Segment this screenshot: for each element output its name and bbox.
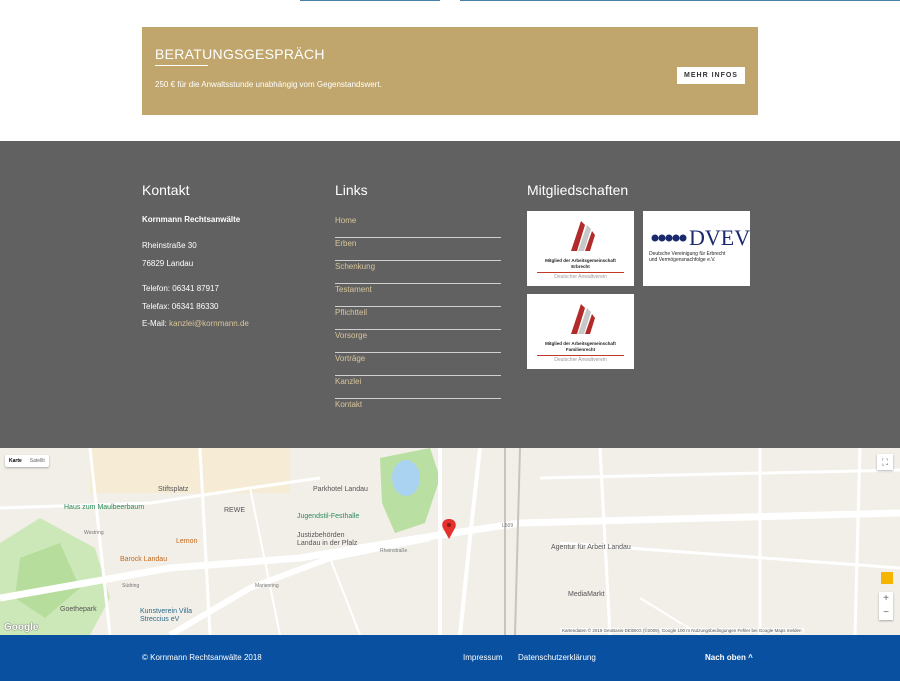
privacy-link[interactable]: Datenschutzerklärung [518,653,596,662]
email-line: E-Mail: kanzlei@kornmann.de [142,319,249,328]
google-map[interactable]: Stiftsplatz Haus zum Maulbeerbaum REWE P… [0,448,900,635]
map-type-map[interactable]: Karte [5,455,26,467]
footer-link-schenkung[interactable]: Schenkung [335,261,501,284]
map-label: L509 [502,523,514,529]
zoom-controls: + − [879,592,893,620]
dvev-dots-icon [651,234,687,242]
footer-link-erben[interactable]: Erben [335,238,501,261]
email-link[interactable]: kanzlei@kornmann.de [169,319,249,328]
map-label: Parkhotel Landau [313,486,368,493]
map-type-satellite[interactable]: Satellit [26,455,49,467]
memberships-heading: Mitgliedschaften [527,182,629,198]
map-label: Justizbehörden Landau in der Pfalz [297,532,358,547]
zoom-out-button[interactable]: − [879,606,893,620]
map-label: Goethepark [60,606,97,613]
badge-erbrecht-field: Erbrecht [571,264,590,269]
footer-link-pflichtteil[interactable]: Pflichtteil [335,307,501,330]
consultation-title: BERATUNGSGESPRÄCH [155,46,325,62]
map-label: Barock Landau [120,556,168,563]
map-label: Lemon [176,538,198,545]
map-label: Südring [122,583,140,589]
dvev-subtitle: Deutsche Vereinigung für Erbrecht und Ve… [649,251,725,263]
map-label: Rheinstraße [380,548,408,554]
badge-familienrecht-field: Familienrecht [565,347,596,352]
map-label: Kunstverein Villa Streccius eV [140,608,193,623]
dvev-line-2: und Vermögensnachfolge e.V. [649,257,716,263]
impressum-link[interactable]: Impressum [463,653,503,662]
firm-name: Kornmann Rechtsanwälte [142,215,241,224]
map-attribution[interactable]: Kartendaten © 2018 GeoBasis-DE/BKG (©200… [560,628,804,633]
consultation-banner: BERATUNGSGESPRÄCH 250 € für die Anwaltss… [142,27,758,115]
dav-logo-icon [571,221,595,251]
street-address: Rheinstraße 30 [142,241,197,250]
footer-link-vorsorge[interactable]: Vorsorge [335,330,501,353]
city-address: 76829 Landau [142,259,194,268]
phone-number: Telefon: 06341 87917 [142,284,219,293]
map-type-switch: Karte Satellit [5,455,49,467]
badge-erbrecht-org: Deutscher Anwaltverein [554,274,607,280]
email-label: E-Mail: [142,319,167,328]
footer-link-kanzlei[interactable]: Kanzlei [335,376,501,399]
footer-link-vortraege[interactable]: Vorträge [335,353,501,376]
pegman-icon[interactable] [881,572,893,584]
fax-number: Telefax: 06341 86330 [142,302,219,311]
badge-erbrecht[interactable]: Mitglied der Arbeitsgemeinschaft Erbrech… [527,211,634,286]
badge-rule [537,355,624,356]
site-footer: Kontakt Kornmann Rechtsanwälte Rheinstra… [0,141,900,448]
dav-logo-icon [571,304,595,334]
contact-heading: Kontakt [142,182,190,198]
top-divider [0,0,900,1]
map-label: Marienring [255,583,279,589]
badge-familienrecht[interactable]: Mitglied der Arbeitsgemeinschaft Familie… [527,294,634,369]
map-label: Haus zum Maulbeerbaum [64,504,145,511]
badge-familienrecht-org: Deutscher Anwaltverein [554,357,607,363]
google-logo[interactable]: Google [4,622,38,633]
consultation-text: 250 € für die Anwaltsstunde unabhängig v… [155,80,382,89]
dvev-logo-text: DVEV [689,225,751,250]
bottom-bar: © Kornmann Rechtsanwälte 2018 Impressum … [0,635,900,681]
map-label: Agentur für Arbeit Landau [551,544,631,551]
more-info-button[interactable]: MEHR INFOS [677,67,745,84]
copyright-text: © Kornmann Rechtsanwälte 2018 [142,653,262,662]
footer-link-home[interactable]: Home [335,215,501,238]
map-label: Jugendstil-Festhalle [297,513,360,520]
map-label: REWE [224,507,245,514]
footer-link-testament[interactable]: Testament [335,284,501,307]
badge-dvev[interactable]: DVEV Deutsche Vereinigung für Erbrecht u… [643,211,750,286]
title-underline [155,65,208,66]
zoom-in-button[interactable]: + [879,592,893,606]
footer-link-kontakt[interactable]: Kontakt [335,399,501,422]
fullscreen-icon[interactable]: ⛶ [877,454,893,470]
links-heading: Links [335,182,368,198]
map-label: Stiftsplatz [158,486,189,493]
badge-rule [537,272,624,273]
map-label: MediaMarkt [568,591,605,598]
back-to-top-link[interactable]: Nach oben ^ [705,653,753,662]
map-label: Westring [84,530,104,536]
map-tiles [0,448,900,635]
